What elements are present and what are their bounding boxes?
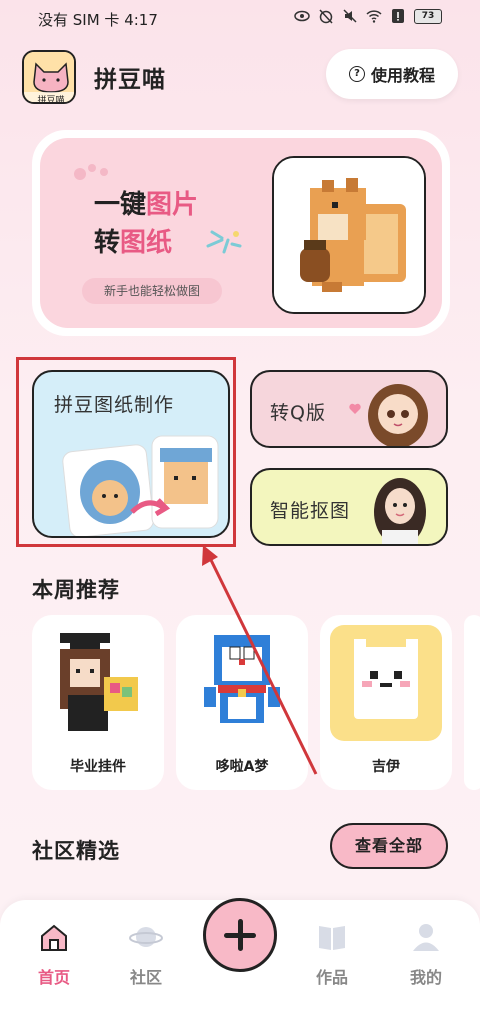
nav-label: 社区 xyxy=(129,968,162,987)
status-icons: 73 xyxy=(294,8,442,24)
hero-banner[interactable]: 一键图片 转图纸 新手也能轻松做图 xyxy=(32,130,450,336)
q-style-card[interactable]: 转Q版 xyxy=(250,370,448,448)
app-title: 拼豆喵 xyxy=(94,67,166,93)
nav-label: 作品 xyxy=(315,968,348,987)
heart-icon xyxy=(349,403,361,414)
make-pattern-card[interactable]: 拼豆图纸制作 xyxy=(32,370,230,538)
rec-label: 毕业挂件 xyxy=(70,759,126,775)
status-text: 没有 SIM 卡 4:17 xyxy=(38,11,158,29)
create-plus-button[interactable] xyxy=(203,898,277,972)
alert-icon xyxy=(392,9,404,23)
rec-card-graduation[interactable]: 毕业挂件 xyxy=(32,615,164,790)
community-title: 社区精选 xyxy=(32,839,120,863)
user-icon xyxy=(413,924,439,951)
banner-headline-2: 转图纸 xyxy=(94,222,172,259)
home-icon xyxy=(41,924,67,951)
nav-label: 我的 xyxy=(409,968,442,987)
banner-text: 一键 xyxy=(94,190,147,220)
smart-cutout-label: 智能抠图 xyxy=(270,500,351,522)
smart-cutout-card[interactable]: 智能抠图 xyxy=(250,468,448,546)
nav-works[interactable]: 作品 xyxy=(302,922,362,988)
cat-to-pixel-image xyxy=(62,435,219,536)
battery-icon: 73 xyxy=(414,8,442,24)
help-icon: ? xyxy=(348,66,365,82)
graduation-pixel-image xyxy=(42,625,154,741)
chibi-girl-image xyxy=(368,384,428,446)
banner-highlight: 图片 xyxy=(146,190,199,220)
banner-text: 转 xyxy=(94,228,121,258)
make-pattern-label: 拼豆图纸制作 xyxy=(54,394,175,416)
rec-card-partial[interactable] xyxy=(464,615,480,790)
status-bar: 没有 SIM 卡 4:17 73 xyxy=(0,0,480,36)
rec-card-chiikawa[interactable]: 吉伊 xyxy=(320,615,452,790)
pixel-squirrel-image xyxy=(272,156,426,314)
rec-label: 哆啦A梦 xyxy=(215,759,269,775)
cat-logo-icon: 拼豆喵 xyxy=(24,52,74,104)
rec-card-doraemon[interactable]: 哆啦A梦 xyxy=(176,615,308,790)
view-all-button[interactable]: 查看全部 xyxy=(330,823,448,869)
planet-icon xyxy=(129,927,163,947)
banner-pill: 新手也能轻松做图 xyxy=(82,278,222,304)
wifi-icon xyxy=(366,10,382,23)
banner-highlight: 图纸 xyxy=(120,228,173,258)
weekly-title: 本周推荐 xyxy=(32,578,120,602)
book-icon xyxy=(319,926,345,950)
app-logo: 拼豆喵 xyxy=(22,50,76,104)
nav-label: 首页 xyxy=(37,968,70,987)
logo-text: 拼豆喵 xyxy=(37,94,64,104)
nav-home[interactable]: 首页 xyxy=(24,922,84,988)
banner-headline-1: 一键图片 xyxy=(94,184,198,221)
alarm-off-icon xyxy=(319,9,333,24)
q-style-label: 转Q版 xyxy=(270,402,326,424)
nav-community[interactable]: 社区 xyxy=(116,922,176,988)
chiikawa-pixel-image xyxy=(330,625,442,741)
nav-mine[interactable]: 我的 xyxy=(396,922,456,988)
rec-label: 吉伊 xyxy=(372,759,400,775)
portrait-image xyxy=(374,478,426,544)
tutorial-label: 使用教程 xyxy=(370,66,435,85)
doraemon-pixel-image xyxy=(186,625,298,741)
sparkle-icon xyxy=(206,230,242,254)
tutorial-button[interactable]: ? 使用教程 xyxy=(326,49,458,99)
banner-content: 一键图片 转图纸 新手也能轻松做图 xyxy=(40,138,442,328)
mute-icon xyxy=(343,9,357,23)
squirrel-icon xyxy=(274,158,424,312)
eye-icon xyxy=(294,10,310,22)
